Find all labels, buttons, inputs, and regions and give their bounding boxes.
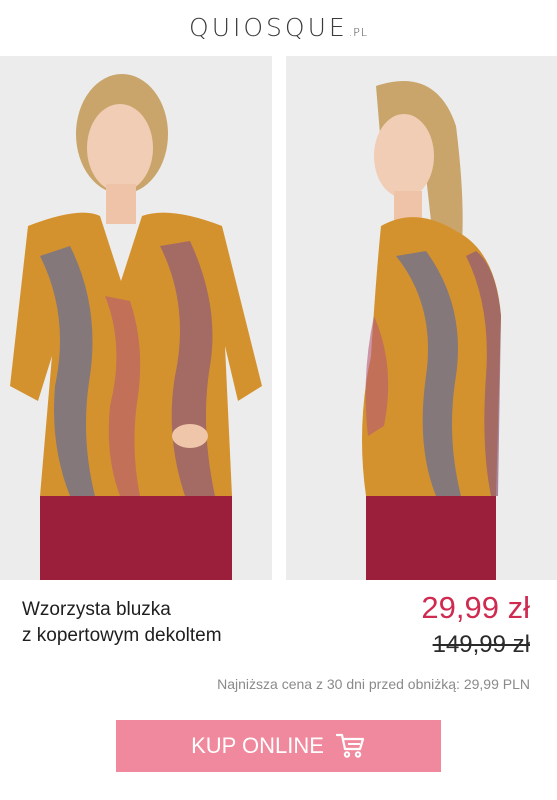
brand-logo[interactable]: QUIOSQUE.PL xyxy=(189,13,368,42)
logo-tld: .PL xyxy=(348,26,368,39)
product-title-line-2: z kopertowym dekoltem xyxy=(22,625,222,646)
old-price: 149,99 zł xyxy=(432,631,530,658)
product-title-line-1: Wzorzysta bluzka xyxy=(22,599,171,620)
buy-online-label: KUP ONLINE xyxy=(191,733,324,758)
model-side-photo[interactable] xyxy=(286,56,557,580)
model-front-photo[interactable] xyxy=(0,56,272,580)
product-title: Wzorzysta bluzka z kopertowym dekoltem xyxy=(22,597,322,649)
shopping-cart-icon xyxy=(335,733,366,759)
current-price: 29,99 zł xyxy=(421,590,530,625)
logo-text: QUIOSQUE xyxy=(189,13,348,42)
buy-online-button[interactable]: KUP ONLINE xyxy=(116,720,441,772)
lowest-price-note: Najniższa cena z 30 dni przed obniżką: 2… xyxy=(217,676,530,692)
header: QUIOSQUE.PL xyxy=(0,0,557,55)
